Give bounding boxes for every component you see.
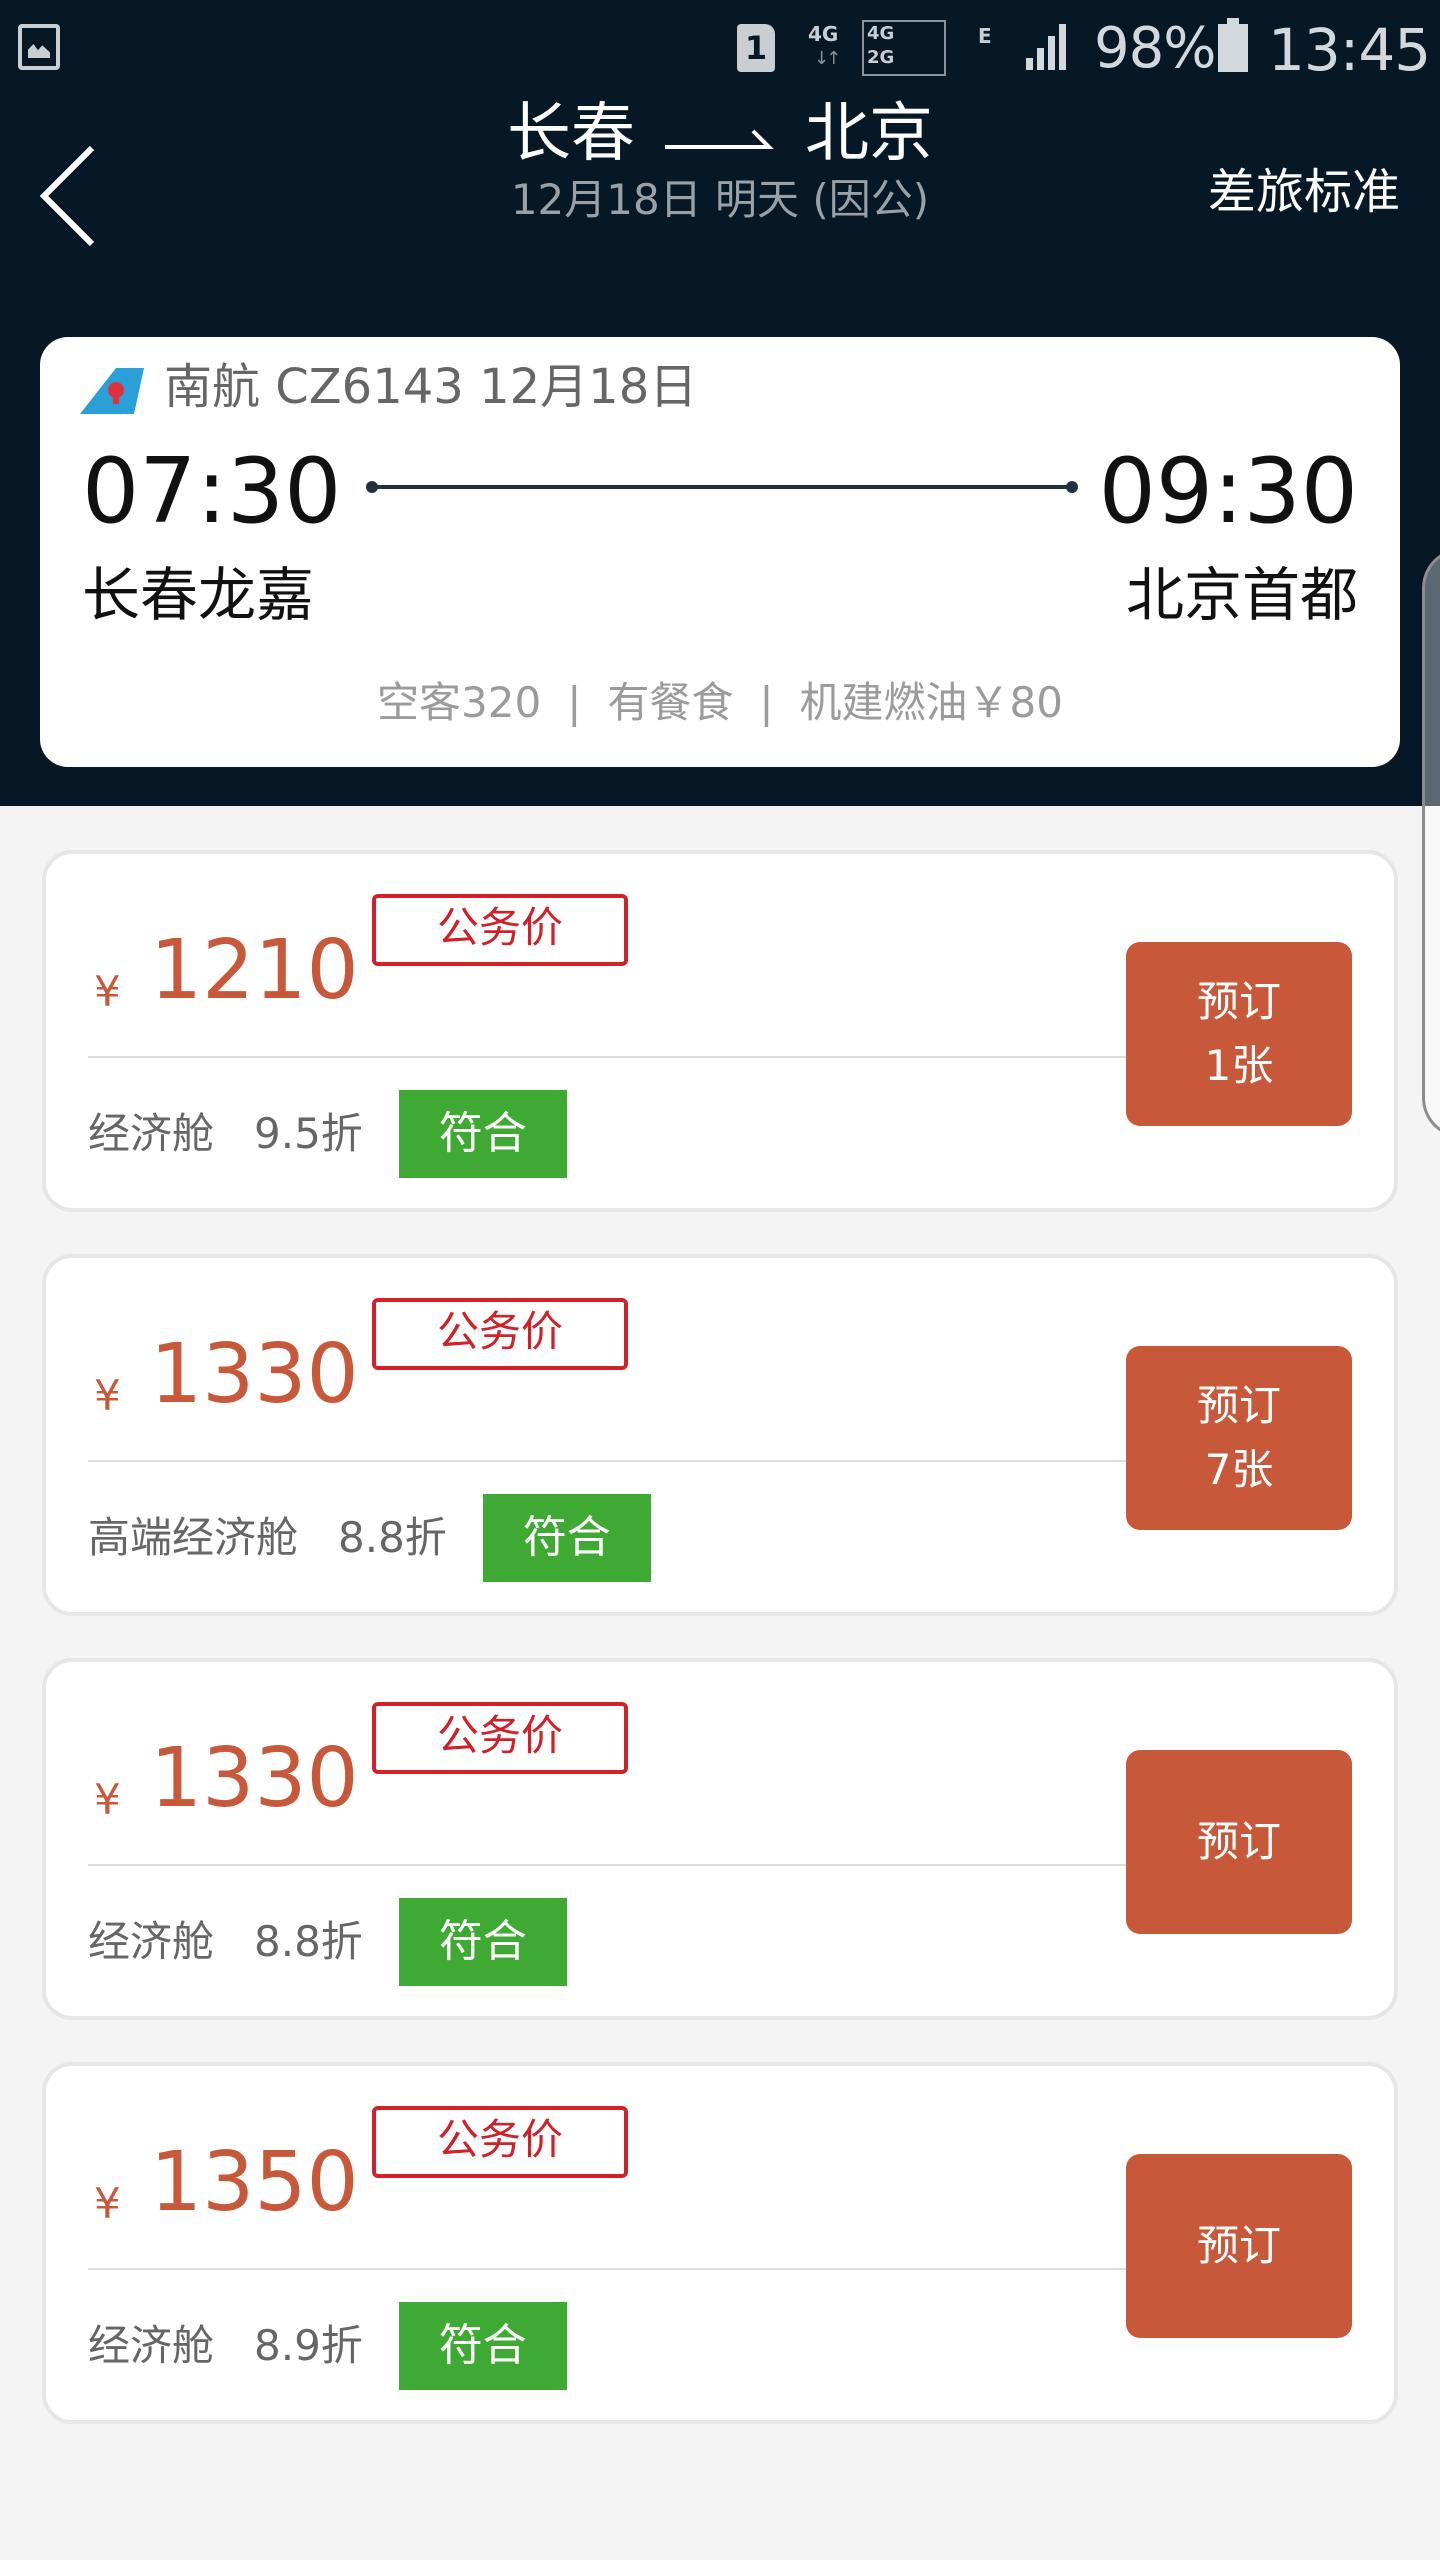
dual-network-top: 4G [867, 23, 895, 44]
clock: 13:45 [1268, 16, 1431, 84]
book-button[interactable]: 预订 [1126, 1750, 1352, 1934]
book-label: 预订 [1196, 2221, 1281, 2270]
book-label: 预订 [1196, 977, 1281, 1026]
tickets-left: 7张 [1204, 1445, 1274, 1494]
cabin-class: 高端经济舱 [88, 1513, 299, 1562]
fare-price: 1210 [150, 923, 359, 1018]
flight-summary-card: 南航 CZ6143 12月18日 07:30 09:30 长春龙嘉 北京首都 空… [40, 337, 1400, 767]
arrival-airport: 北京首都 [1125, 561, 1358, 629]
departure-airport: 长春龙嘉 [82, 561, 315, 629]
arrival-time: 09:30 [1098, 439, 1358, 544]
fare-card: ¥ 1210 公务价 经济舱 9.5折 符合 预订 1张 [42, 850, 1398, 1212]
flight-info: 空客320 | 有餐食 | 机建燃油￥80 [40, 669, 1400, 737]
arrow-right-icon [665, 130, 774, 150]
book-button[interactable]: 预订 7张 [1126, 1346, 1352, 1530]
departure-time: 07:30 [82, 439, 342, 544]
cabin-row: 高端经济舱 8.8折 符合 [88, 1494, 651, 1582]
edge-network-label: E [978, 24, 992, 48]
sim-slot-icon: 1 [737, 24, 775, 72]
divider [88, 1864, 1164, 1866]
book-button[interactable]: 预订 1张 [1126, 942, 1352, 1126]
edge-panel-handle[interactable] [1422, 548, 1440, 1138]
destination-city: 北京 [805, 97, 933, 171]
policy-compliant-badge: 符合 [398, 1898, 567, 1986]
cabin-row: 经济舱 8.9折 符合 [88, 2302, 567, 2390]
data-transfer-icon: ↓↑ [814, 48, 841, 69]
currency-symbol: ¥ [94, 1775, 121, 1824]
discount: 8.8折 [338, 1513, 447, 1562]
discount: 9.5折 [254, 1109, 363, 1158]
origin-city: 长春 [507, 97, 635, 171]
tickets-left: 1张 [1204, 1041, 1274, 1090]
fare-card: ¥ 1350 公务价 经济舱 8.9折 符合 预订 [42, 2062, 1398, 2424]
currency-symbol: ¥ [94, 1371, 121, 1420]
cabin-row: 经济舱 9.5折 符合 [88, 1090, 567, 1178]
fare-type-tag: 公务价 [372, 1702, 628, 1774]
route-line [366, 481, 1078, 493]
fare-price: 1330 [150, 1327, 359, 1422]
battery-percent: 98% [1094, 16, 1216, 81]
book-button[interactable]: 预订 [1126, 2154, 1352, 2338]
fare-type-tag: 公务价 [372, 2106, 628, 2178]
fare-card: ¥ 1330 公务价 高端经济舱 8.8折 符合 预订 7张 [42, 1254, 1398, 1616]
status-bar: 1 4G ↓↑ 4G 2G E 98% 13:45 [0, 0, 1440, 95]
fare-type-tag: 公务价 [372, 894, 628, 966]
china-southern-logo-icon [80, 368, 144, 414]
meal-info: 有餐食 [607, 678, 734, 727]
fare-price: 1350 [150, 2135, 359, 2230]
cabin-class: 经济舱 [88, 1917, 215, 1966]
currency-symbol: ¥ [94, 967, 121, 1016]
cabin-class: 经济舱 [88, 1109, 215, 1158]
fare-card: ¥ 1330 公务价 经济舱 8.8折 符合 预订 [42, 1658, 1398, 2020]
policy-compliant-badge: 符合 [398, 2302, 567, 2390]
travel-policy-button[interactable]: 差旅标准 [1208, 160, 1400, 224]
fare-price: 1330 [150, 1731, 359, 1826]
tax-info: 机建燃油￥80 [799, 678, 1063, 727]
network-4g-label: 4G [808, 22, 839, 46]
separator: | [759, 678, 774, 727]
divider [88, 2268, 1164, 2270]
policy-compliant-badge: 符合 [398, 1090, 567, 1178]
aircraft-type: 空客320 [377, 678, 542, 727]
book-label: 预订 [1196, 1817, 1281, 1866]
signal-icon [1026, 24, 1066, 70]
cabin-class: 经济舱 [88, 2321, 215, 2370]
divider [88, 1056, 1164, 1058]
divider [88, 1460, 1164, 1462]
image-icon [18, 24, 60, 70]
discount: 8.8折 [254, 1917, 363, 1966]
book-label: 预订 [1196, 1381, 1281, 1430]
policy-compliant-badge: 符合 [482, 1494, 651, 1582]
battery-icon [1218, 18, 1248, 72]
fare-type-tag: 公务价 [372, 1298, 628, 1370]
dual-network-icon: 4G 2G [862, 20, 946, 76]
discount: 8.9折 [254, 2321, 363, 2370]
dual-network-bottom: 2G [867, 47, 895, 68]
separator: | [567, 678, 582, 727]
cabin-row: 经济舱 8.8折 符合 [88, 1898, 567, 1986]
airline-flight-line: 南航 CZ6143 12月18日 [164, 359, 698, 415]
currency-symbol: ¥ [94, 2179, 121, 2228]
